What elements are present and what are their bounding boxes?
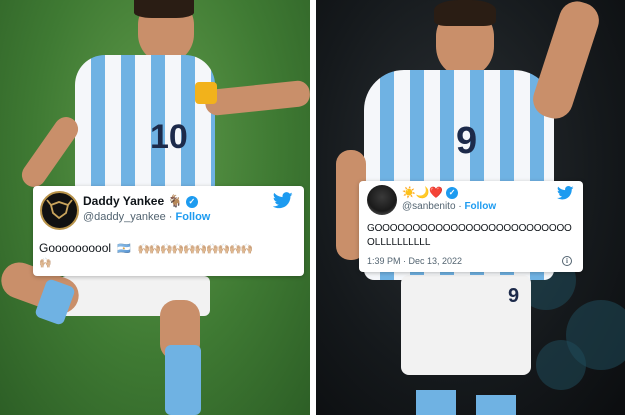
handle[interactable]: @daddy_yankee: [83, 211, 166, 223]
display-name-row: ☀️🌙❤️ ✓: [402, 186, 459, 200]
clap-emojis: 🙌🏼🙌🏼🙌🏼🙌🏼🙌🏼🙌🏼🙌🏼🙌🏼🙌🏼🙌🏼: [137, 244, 253, 255]
tweet-text-line1: Goooooooool 🇦🇷 🙌🏼🙌🏼🙌🏼🙌🏼🙌🏼🙌🏼🙌🏼🙌🏼🙌🏼🙌🏼: [39, 241, 253, 255]
handle[interactable]: @sanbenito: [402, 201, 456, 212]
avatar[interactable]: [367, 185, 397, 215]
display-name[interactable]: Daddy Yankee: [83, 194, 164, 208]
goat-logo-icon: [46, 199, 73, 220]
timestamp[interactable]: 1:39 PM · Dec 13, 2022: [367, 256, 462, 266]
right-shorts-number: 9: [508, 285, 520, 307]
twitter-bird-icon[interactable]: [273, 192, 293, 209]
argentina-flag-emoji: 🇦🇷: [117, 243, 132, 255]
goat-emoji: 🐐: [167, 194, 183, 208]
tweet-text: Goooooooool: [39, 241, 112, 255]
verified-badge-icon: ✓: [185, 195, 198, 208]
separator-dot: ·: [168, 211, 173, 223]
verified-badge-icon: ✓: [446, 187, 459, 200]
display-name-emojis[interactable]: ☀️🌙❤️: [402, 187, 443, 199]
info-symbol: i: [566, 257, 568, 265]
tweet-text-line2: OLLLLLLLLLL: [367, 237, 431, 248]
sanbenito-tweet-card[interactable]: ☀️🌙❤️ ✓ @sanbenito · Follow GOOOOOOOOOOO…: [359, 181, 583, 272]
info-icon[interactable]: i: [562, 256, 572, 266]
tweet-text-line1: GOOOOOOOOOOOOOOOOOOOOOOOOOO: [367, 223, 572, 234]
right-jersey-number: 9: [456, 120, 478, 162]
tweet-text-line2: 🙌🏼: [39, 258, 52, 269]
handle-row: @sanbenito · Follow: [402, 201, 496, 212]
handle-row: @daddy_yankee · Follow: [83, 211, 210, 223]
daddy-yankee-tweet-card[interactable]: Daddy Yankee 🐐 ✓ @daddy_yankee · Follow …: [33, 186, 304, 276]
follow-button[interactable]: Follow: [176, 211, 211, 223]
follow-button[interactable]: Follow: [464, 201, 496, 212]
display-name-row: Daddy Yankee 🐐 ✓: [83, 194, 198, 208]
avatar[interactable]: [40, 191, 79, 230]
twitter-bird-icon[interactable]: [557, 186, 574, 200]
left-jersey-number: 10: [150, 118, 188, 156]
separator-dot: ·: [458, 201, 462, 212]
